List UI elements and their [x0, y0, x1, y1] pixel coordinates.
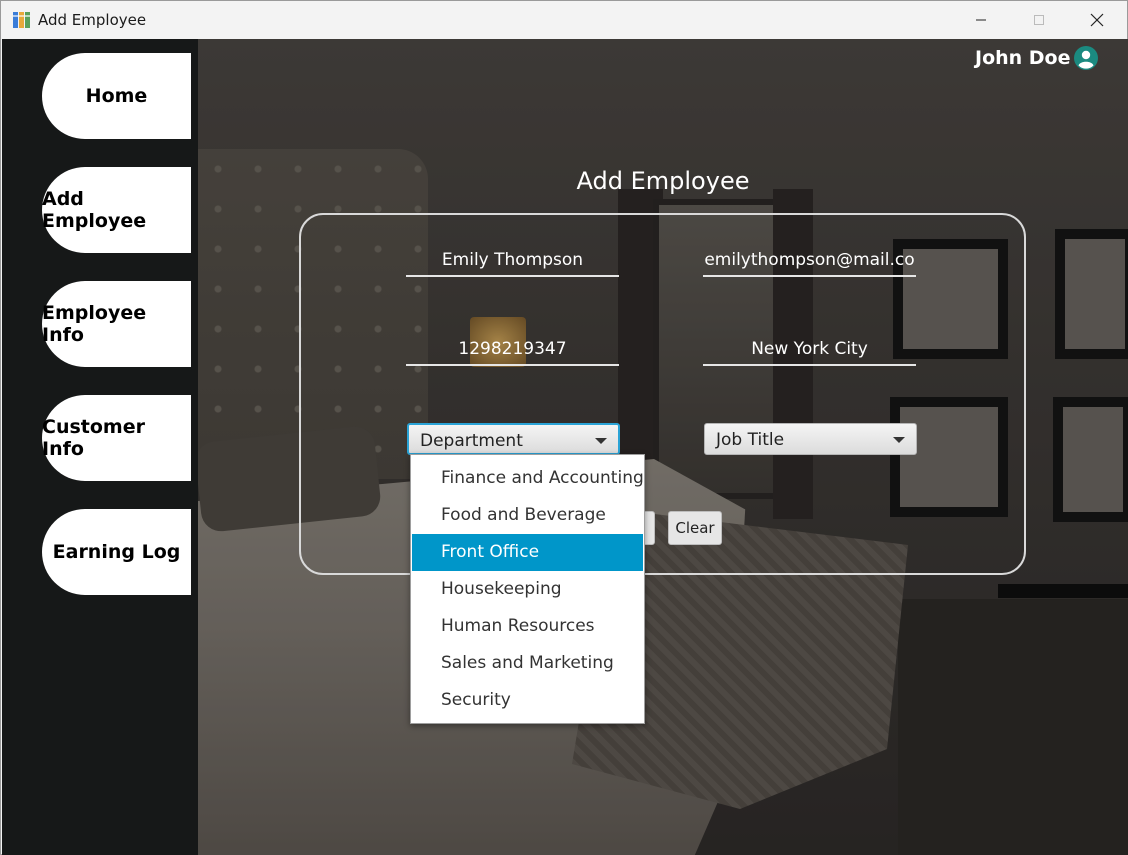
title-bar: Add Employee — [1, 1, 1127, 39]
maximize-button[interactable] — [1010, 1, 1068, 39]
user-circle-icon[interactable] — [1074, 46, 1098, 70]
city-field[interactable]: New York City — [703, 336, 916, 366]
sidebar-item-label: Earning Log — [52, 541, 181, 563]
page-title: Add Employee — [576, 167, 750, 195]
minimize-icon — [976, 19, 986, 21]
phone-field[interactable]: 1298219347 — [406, 336, 619, 366]
job-title-combobox-value: Job Title — [716, 430, 785, 450]
sidebar: Home Add Employee Employee Info Customer… — [2, 39, 198, 855]
department-combobox[interactable]: Department — [407, 423, 620, 455]
chevron-down-icon — [595, 438, 607, 444]
department-dropdown-list: Finance and Accounting Food and Beverage… — [410, 454, 645, 724]
name-field[interactable]: Emily Thompson — [406, 247, 619, 277]
dropdown-option[interactable]: Food and Beverage — [412, 497, 643, 534]
app-icon — [13, 12, 30, 28]
sidebar-item-earning-log[interactable]: Earning Log — [42, 509, 191, 595]
minimize-button[interactable] — [952, 1, 1010, 39]
sidebar-item-label: Home — [85, 85, 148, 107]
dropdown-option[interactable]: Finance and Accounting — [412, 460, 644, 497]
dropdown-option[interactable]: Security — [412, 682, 643, 719]
dropdown-option-highlighted[interactable]: Front Office — [412, 534, 643, 571]
sidebar-item-label: Customer Info — [42, 416, 145, 460]
close-icon — [1090, 13, 1104, 27]
email-field[interactable]: emilythompson@mail.co — [703, 247, 916, 277]
user-name: John Doe — [975, 47, 1071, 69]
sidebar-item-home[interactable]: Home — [42, 53, 191, 139]
clear-button[interactable]: Clear — [668, 511, 722, 545]
app-window: Add Employee Home Add Employee Employee … — [0, 0, 1128, 855]
dropdown-option[interactable]: Human Resources — [412, 608, 643, 645]
sidebar-item-employee-info[interactable]: Employee Info — [42, 281, 191, 367]
dropdown-option[interactable]: Housekeeping — [412, 571, 643, 608]
sidebar-item-label: Employee Info — [42, 302, 147, 346]
clear-button-label: Clear — [675, 519, 715, 537]
sidebar-item-label: Add Employee — [42, 188, 147, 232]
dropdown-option[interactable]: Sales and Marketing — [412, 645, 643, 682]
main-panel: John Doe Add Employee Emily Thompson emi… — [198, 39, 1128, 855]
window-title: Add Employee — [38, 11, 147, 29]
chevron-down-icon — [893, 437, 905, 443]
maximize-icon — [1034, 15, 1044, 25]
department-combobox-value: Department — [420, 431, 523, 451]
job-title-combobox[interactable]: Job Title — [704, 423, 917, 455]
close-button[interactable] — [1068, 1, 1126, 39]
sidebar-item-add-employee[interactable]: Add Employee — [42, 167, 191, 253]
sidebar-item-customer-info[interactable]: Customer Info — [42, 395, 191, 481]
